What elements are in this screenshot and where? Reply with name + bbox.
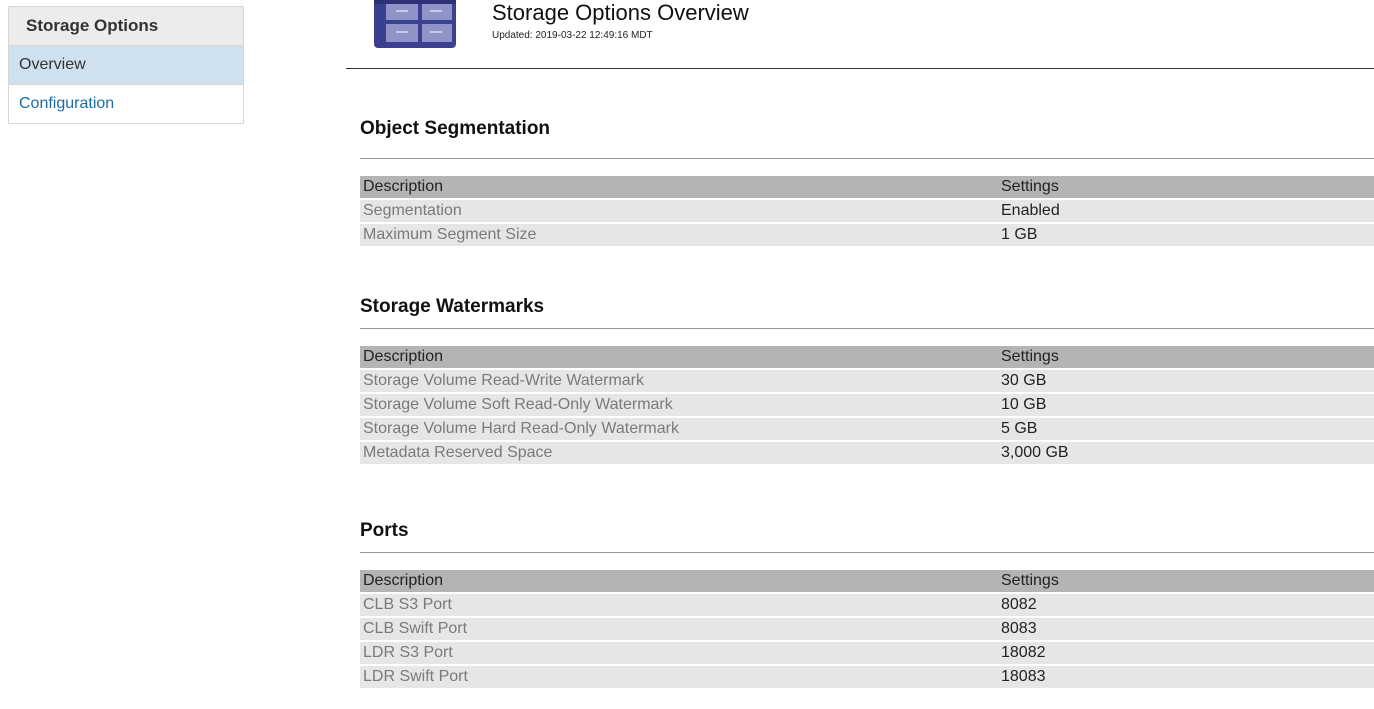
row-description: Metadata Reserved Space [360,441,998,465]
table-row: CLB Swift Port 8083 [360,617,1374,641]
section-ports: Ports Description Settings CLB S3 Port 8… [360,520,1374,689]
section-title: Ports [360,520,409,541]
table-row: CLB S3 Port 8082 [360,593,1374,617]
row-description: Segmentation [360,199,998,223]
sidebar-nav: Storage Options Overview Configuration [8,6,244,124]
table-row: Segmentation Enabled [360,199,1374,223]
sidebar-item-configuration[interactable]: Configuration [9,85,243,123]
row-setting: 8082 [998,593,1374,617]
row-setting: 1 GB [998,223,1374,247]
section-storage-watermarks: Storage Watermarks Description Settings … [360,296,1374,465]
table-row: Storage Volume Read-Write Watermark 30 G… [360,369,1374,393]
page-header: Storage Options Overview Updated: 2019-0… [346,0,1374,72]
sidebar-item-overview[interactable]: Overview [9,46,243,85]
column-header-settings: Settings [998,176,1374,199]
header-divider [346,68,1374,69]
row-description: LDR S3 Port [360,641,998,665]
sidebar-title: Storage Options [9,7,243,46]
row-description: CLB Swift Port [360,617,998,641]
row-description: Storage Volume Soft Read-Only Watermark [360,393,998,417]
table-row: Metadata Reserved Space 3,000 GB [360,441,1374,465]
section-divider [360,552,1374,553]
table-header-row: Description Settings [360,570,1374,593]
section-divider [360,328,1374,329]
table-row: LDR Swift Port 18083 [360,665,1374,689]
column-header-description: Description [360,570,998,593]
storage-grid-icon [374,0,456,48]
settings-table: Description Settings Storage Volume Read… [360,346,1374,466]
column-header-settings: Settings [998,570,1374,593]
table-row: Storage Volume Hard Read-Only Watermark … [360,417,1374,441]
table-row: Storage Volume Soft Read-Only Watermark … [360,393,1374,417]
section-title: Object Segmentation [360,118,551,139]
table-row: LDR S3 Port 18082 [360,641,1374,665]
column-header-settings: Settings [998,346,1374,369]
section-title: Storage Watermarks [360,296,545,317]
row-setting: 30 GB [998,369,1374,393]
row-setting: 18082 [998,641,1374,665]
table-header-row: Description Settings [360,176,1374,199]
row-setting: 3,000 GB [998,441,1374,465]
section-object-segmentation: Object Segmentation Description Settings… [360,118,1374,247]
table-row: Maximum Segment Size 1 GB [360,223,1374,247]
row-setting: Enabled [998,199,1374,223]
column-header-description: Description [360,176,998,199]
settings-table: Description Settings CLB S3 Port 8082 CL… [360,570,1374,690]
page-title: Storage Options Overview [492,0,749,25]
row-description: Maximum Segment Size [360,223,998,247]
row-setting: 5 GB [998,417,1374,441]
table-header-row: Description Settings [360,346,1374,369]
section-divider [360,158,1374,159]
row-description: CLB S3 Port [360,593,998,617]
row-setting: 10 GB [998,393,1374,417]
row-description: Storage Volume Read-Write Watermark [360,369,998,393]
updated-timestamp: Updated: 2019-03-22 12:49:16 MDT [492,30,653,41]
row-setting: 18083 [998,665,1374,689]
row-description: LDR Swift Port [360,665,998,689]
column-header-description: Description [360,346,998,369]
row-description: Storage Volume Hard Read-Only Watermark [360,417,998,441]
row-setting: 8083 [998,617,1374,641]
settings-table: Description Settings Segmentation Enable… [360,176,1374,248]
